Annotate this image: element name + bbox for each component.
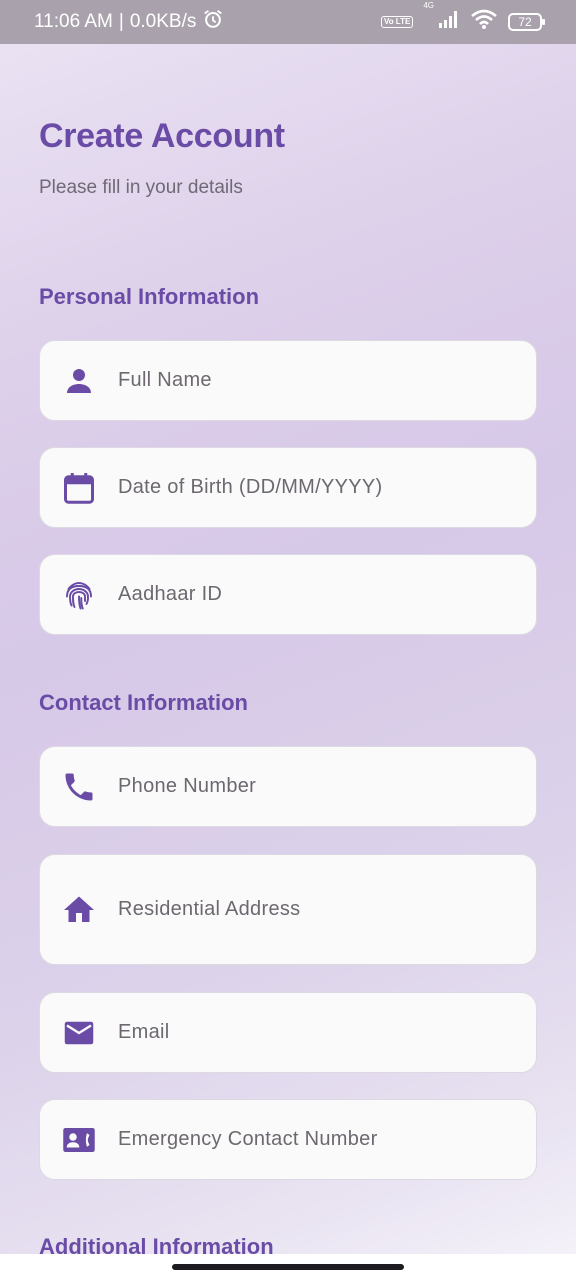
- person-icon: [60, 362, 98, 400]
- email-input[interactable]: [116, 992, 536, 1073]
- network-type: 4G: [423, 1, 434, 10]
- gesture-handle[interactable]: [172, 1264, 404, 1270]
- status-right: Vo LTE 4G 72: [380, 2, 545, 36]
- aadhaar-field[interactable]: [39, 554, 537, 635]
- mail-icon: [60, 1014, 98, 1052]
- fingerprint-icon: [60, 576, 98, 614]
- contact-phone-icon: [60, 1121, 98, 1159]
- section-contact-title: Contact Information: [39, 690, 248, 715]
- signal-icon: [438, 9, 460, 35]
- emergency-contact-field[interactable]: [39, 1099, 537, 1180]
- phone-field[interactable]: [39, 746, 537, 827]
- full-name-field[interactable]: [39, 340, 537, 421]
- emergency-contact-input[interactable]: [116, 1099, 536, 1180]
- battery-icon: 72: [508, 13, 545, 31]
- phone-icon: [60, 768, 98, 806]
- alarm-icon: [202, 8, 224, 36]
- address-input[interactable]: [116, 854, 536, 965]
- status-speed: 0.0KB/s: [129, 11, 197, 32]
- page-title: Create Account: [39, 117, 285, 155]
- aadhaar-input[interactable]: [116, 554, 536, 635]
- status-left: 11:06 AM | 0.0KB/s: [34, 8, 224, 36]
- status-bar: 11:06 AM | 0.0KB/s Vo LTE 4G 72: [0, 0, 576, 44]
- page-subtitle: Please fill in your details: [39, 177, 243, 198]
- address-field[interactable]: [39, 854, 537, 965]
- battery-level: 72: [518, 15, 532, 29]
- status-time: 11:06 AM: [34, 11, 113, 32]
- wifi-icon: [470, 8, 498, 36]
- email-field[interactable]: [39, 992, 537, 1073]
- status-divider: |: [118, 11, 124, 32]
- full-name-input[interactable]: [116, 340, 536, 421]
- dob-field[interactable]: [39, 447, 537, 528]
- phone-input[interactable]: [116, 746, 536, 827]
- section-personal-title: Personal Information: [39, 284, 260, 309]
- home-icon: [60, 891, 98, 929]
- volte-badge: Vo LTE: [380, 16, 414, 28]
- dob-input[interactable]: [116, 447, 536, 528]
- calendar-icon: [60, 469, 98, 507]
